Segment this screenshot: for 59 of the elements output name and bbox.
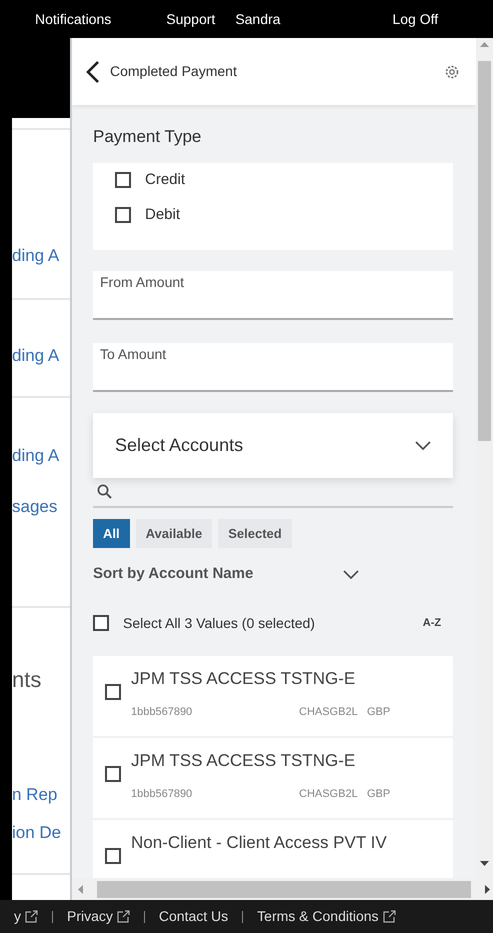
checkbox[interactable] [105,766,121,782]
checkbox-label: Debit [145,205,180,225]
link[interactable]: ding A [12,443,70,468]
checkbox-label: Select All 3 Values (0 selected) [123,614,315,633]
nav-link[interactable]: Log Off [392,8,438,30]
nav-link[interactable]: Support [166,8,216,30]
checkbox[interactable] [115,207,131,224]
horizontal-scrollbar[interactable] [72,878,493,900]
account-number: 1bbb567890 [131,786,194,802]
filter-tab[interactable]: Selected [218,518,292,548]
chevron-down-icon[interactable] [343,570,360,578]
sort-dropdown[interactable]: Sort by Account Name [93,562,254,586]
currency-code: GBP [367,786,390,802]
external-link-icon [25,910,38,923]
account-item[interactable]: JPM TSS ACCESS TSTNG-E 1bbb567890 CHASGB2L GBP [93,656,454,736]
link[interactable]: sages [12,494,70,519]
account-item[interactable]: Non-Client - Client Access PVT IV [93,820,454,878]
footer-link[interactable]: Privacy [67,906,130,927]
section-label: Payment Type [93,126,202,148]
external-link-icon [116,910,130,923]
checkbox[interactable] [105,684,121,700]
nav-link[interactable]: Notifications [35,8,112,30]
account-name: JPM TSS ACCESS TSTNG-E [131,750,356,772]
account-name: JPM TSS ACCESS TSTNG-E [131,668,356,690]
filter-tab[interactable]: Available [136,518,212,548]
account-number: 1bbb567890 [131,704,194,720]
back-icon[interactable] [86,60,100,84]
sort-order-toggle[interactable]: A-Z [422,614,442,632]
checkbox[interactable] [93,615,109,631]
link[interactable]: ion De [12,820,70,845]
settings-icon[interactable] [444,64,460,80]
dropdown-label: Select Accounts [115,434,244,456]
input-field[interactable]: To Amount [93,342,454,392]
checkbox-label: Credit [145,170,186,190]
external-link-icon [382,910,396,923]
footer-link[interactable]: Terms & Conditions [257,906,396,927]
footer-link[interactable]: Contact Us [158,906,228,927]
filter-tab[interactable]: All [93,518,130,548]
vertical-scrollbar[interactable] [476,38,493,878]
dropdown[interactable]: Select Accounts [93,412,454,478]
footer-link[interactable]: y [14,906,38,927]
checkbox[interactable] [115,172,131,188]
scroll-right-icon[interactable] [485,884,490,894]
panel-title: Completed Payment [110,62,237,81]
checkbox[interactable] [105,848,121,864]
bic-code: CHASGB2L [299,704,359,720]
scroll-down-icon[interactable] [480,861,490,866]
link[interactable]: n Rep [12,782,70,808]
chevron-down-icon [415,440,432,450]
input-field[interactable]: From Amount [93,270,454,320]
account-item[interactable]: JPM TSS ACCESS TSTNG-E 1bbb567890 CHASGB2L GBP [93,738,454,818]
link[interactable]: ding A [12,342,70,368]
section-heading: nts [12,666,42,694]
search-icon [97,484,112,499]
link[interactable]: ding A [12,242,70,268]
nav-link[interactable]: Sandra [235,8,280,30]
currency-code: GBP [367,704,390,720]
account-name: Non-Client - Client Access PVT IV [131,832,387,854]
bic-code: CHASGB2L [299,786,359,802]
